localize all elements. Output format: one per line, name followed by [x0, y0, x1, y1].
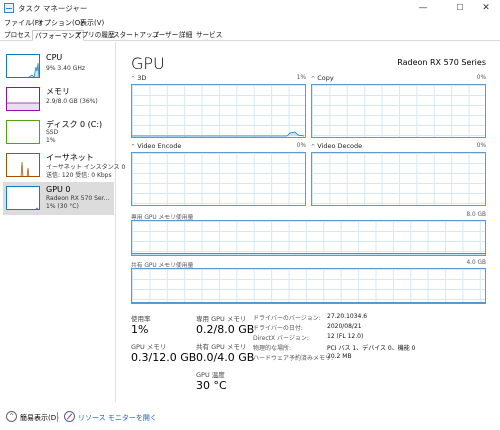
graph-title-copy[interactable]: ^ Copy [311, 74, 334, 82]
graph-video-encode [131, 152, 306, 206]
gpu-memory-label: GPU メモリ [131, 343, 167, 351]
info-value: 2020/08/21 [327, 323, 362, 330]
menu-options[interactable]: オプション(O) [37, 18, 83, 28]
menu-file[interactable]: ファイル(F) [4, 18, 42, 28]
tab-details[interactable]: 詳細 [177, 30, 194, 41]
sidebar-item-detail: 9% 3.40 GHz [46, 65, 86, 72]
graph-title-video-encode[interactable]: ^ Video Encode [131, 142, 181, 150]
info-value: 27.20.1034.6 [327, 313, 368, 320]
gpu-memory-value: 0.3/12.0 GB [131, 351, 197, 364]
divider [57, 412, 58, 422]
minimize-button[interactable]: — [409, 0, 437, 16]
graph-shared-memory [131, 268, 486, 304]
sidebar-item-detail: 2.9/8.0 GB (36%) [46, 98, 98, 105]
info-key: DirectX バージョン: [253, 335, 309, 342]
sidebar-item-gpu[interactable]: GPU 0 Radeon RX 570 Ser... 1% (30 °C) [3, 182, 114, 215]
maximize-button[interactable]: ☐ [446, 0, 474, 16]
graph-label: 3D [137, 74, 147, 82]
page-title: GPU [131, 54, 165, 73]
graph-pct-copy: 0% [476, 75, 486, 81]
tab-services[interactable]: サービス [194, 30, 224, 41]
disk-thumbnail-graph [6, 120, 40, 144]
gpu-thumbnail-graph [6, 186, 40, 210]
sidebar-item-memory[interactable]: メモリ 2.9/8.0 GB (36%) [3, 83, 114, 116]
dedicated-memory-max: 8.0 GB [466, 212, 486, 218]
cpu-thumbnail-graph [6, 54, 40, 78]
chevron-up-icon[interactable]: ^ [6, 411, 17, 422]
sidebar-item-label: メモリ [46, 87, 70, 96]
dedicated-memory-label: 専用 GPU メモリ [196, 315, 247, 323]
title-bar: タスク マネージャー — ☐ ✕ [0, 0, 500, 16]
caret-icon: ^ [131, 76, 136, 82]
info-key: ハードウェア予約済みメモリ: [253, 355, 334, 362]
dedicated-memory-value: 0.2/8.0 GB [196, 323, 255, 336]
graph-video-decode [311, 152, 486, 206]
resource-monitor-icon[interactable] [64, 411, 75, 422]
tab-processes[interactable]: プロセス [2, 30, 32, 41]
memory-thumbnail-graph [6, 87, 40, 111]
caret-icon: ^ [131, 144, 136, 150]
sidebar-item-ethernet[interactable]: イーサネット イーサネット インスタンス 0 送信: 120 受信: 0 Kbp… [3, 149, 125, 182]
sidebar-item-detail: 1% [46, 137, 56, 144]
sidebar-item-label: CPU [46, 53, 63, 62]
sidebar-item-detail: 1% (30 °C) [46, 203, 79, 210]
sidebar-item-label: GPU 0 [46, 185, 71, 194]
graph-pct-3d: 1% [296, 75, 306, 81]
shared-memory-label: 共有 GPU メモリ [196, 343, 247, 351]
info-key: ドライバーのバージョン: [253, 315, 321, 322]
info-key: ドライバーの日付: [253, 325, 303, 332]
info-key: 物理的な場所: [253, 345, 292, 352]
ethernet-thumbnail-graph [6, 153, 40, 177]
graph-label: Video Decode [317, 142, 363, 150]
task-manager-icon [4, 3, 14, 13]
window-title: タスク マネージャー [18, 4, 88, 13]
tab-bar: プロセス パフォーマンス アプリの履歴 スタートアップ ユーザー 詳細 サービス [0, 29, 500, 41]
shared-memory-value: 0.0/4.0 GB [196, 351, 255, 364]
info-value: 20.2 MB [327, 353, 352, 360]
sidebar-item-detail: SSD [46, 129, 59, 136]
close-button[interactable]: ✕ [472, 0, 500, 16]
menu-view[interactable]: 表示(V) [80, 18, 104, 28]
info-value: 12 (FL 12.0) [327, 333, 364, 340]
caret-icon: ^ [311, 144, 316, 150]
menu-bar: ファイル(F) オプション(O) 表示(V) [0, 16, 500, 29]
sidebar-item-cpu[interactable]: CPU 9% 3.40 GHz [3, 50, 114, 83]
fewer-details-button[interactable]: 簡易表示(D) [20, 413, 59, 423]
graph-title-3d[interactable]: ^ 3D [131, 74, 146, 82]
graph-3d [131, 84, 306, 138]
usage-value: 1% [131, 323, 149, 336]
graph-pct-video-encode: 0% [296, 143, 306, 149]
open-resource-monitor-link[interactable]: リソース モニターを開く [78, 413, 157, 423]
graph-dedicated-memory [131, 220, 486, 256]
info-value: PCI バス 1、デバイス 0、機能 0 [327, 345, 416, 352]
tab-users[interactable]: ユーザー [150, 30, 180, 41]
sidebar-item-detail: 送信: 120 受信: 0 Kbps [46, 172, 112, 179]
gpu-temperature-label: GPU 温度 [196, 371, 225, 379]
graph-label: Copy [317, 74, 334, 82]
bottom-bar: ^ 簡易表示(D) リソース モニターを開く [0, 405, 500, 430]
sidebar-item-detail: Radeon RX 570 Ser... [46, 195, 110, 202]
graph-label: Video Encode [137, 142, 182, 150]
caret-icon: ^ [311, 76, 316, 82]
graph-title-video-decode[interactable]: ^ Video Decode [311, 142, 362, 150]
graph-copy [311, 84, 486, 138]
shared-memory-max: 4.0 GB [466, 260, 486, 266]
sidebar: CPU 9% 3.40 GHz メモリ 2.9/8.0 GB (36%) ディス… [0, 42, 125, 402]
gpu-temperature-value: 30 °C [196, 379, 227, 392]
usage-label: 使用率 [131, 315, 151, 323]
sidebar-item-disk[interactable]: ディスク 0 (C:) SSD 1% [3, 116, 114, 149]
gpu-model-name: Radeon RX 570 Series [397, 58, 486, 67]
graph-pct-video-decode: 0% [476, 143, 486, 149]
